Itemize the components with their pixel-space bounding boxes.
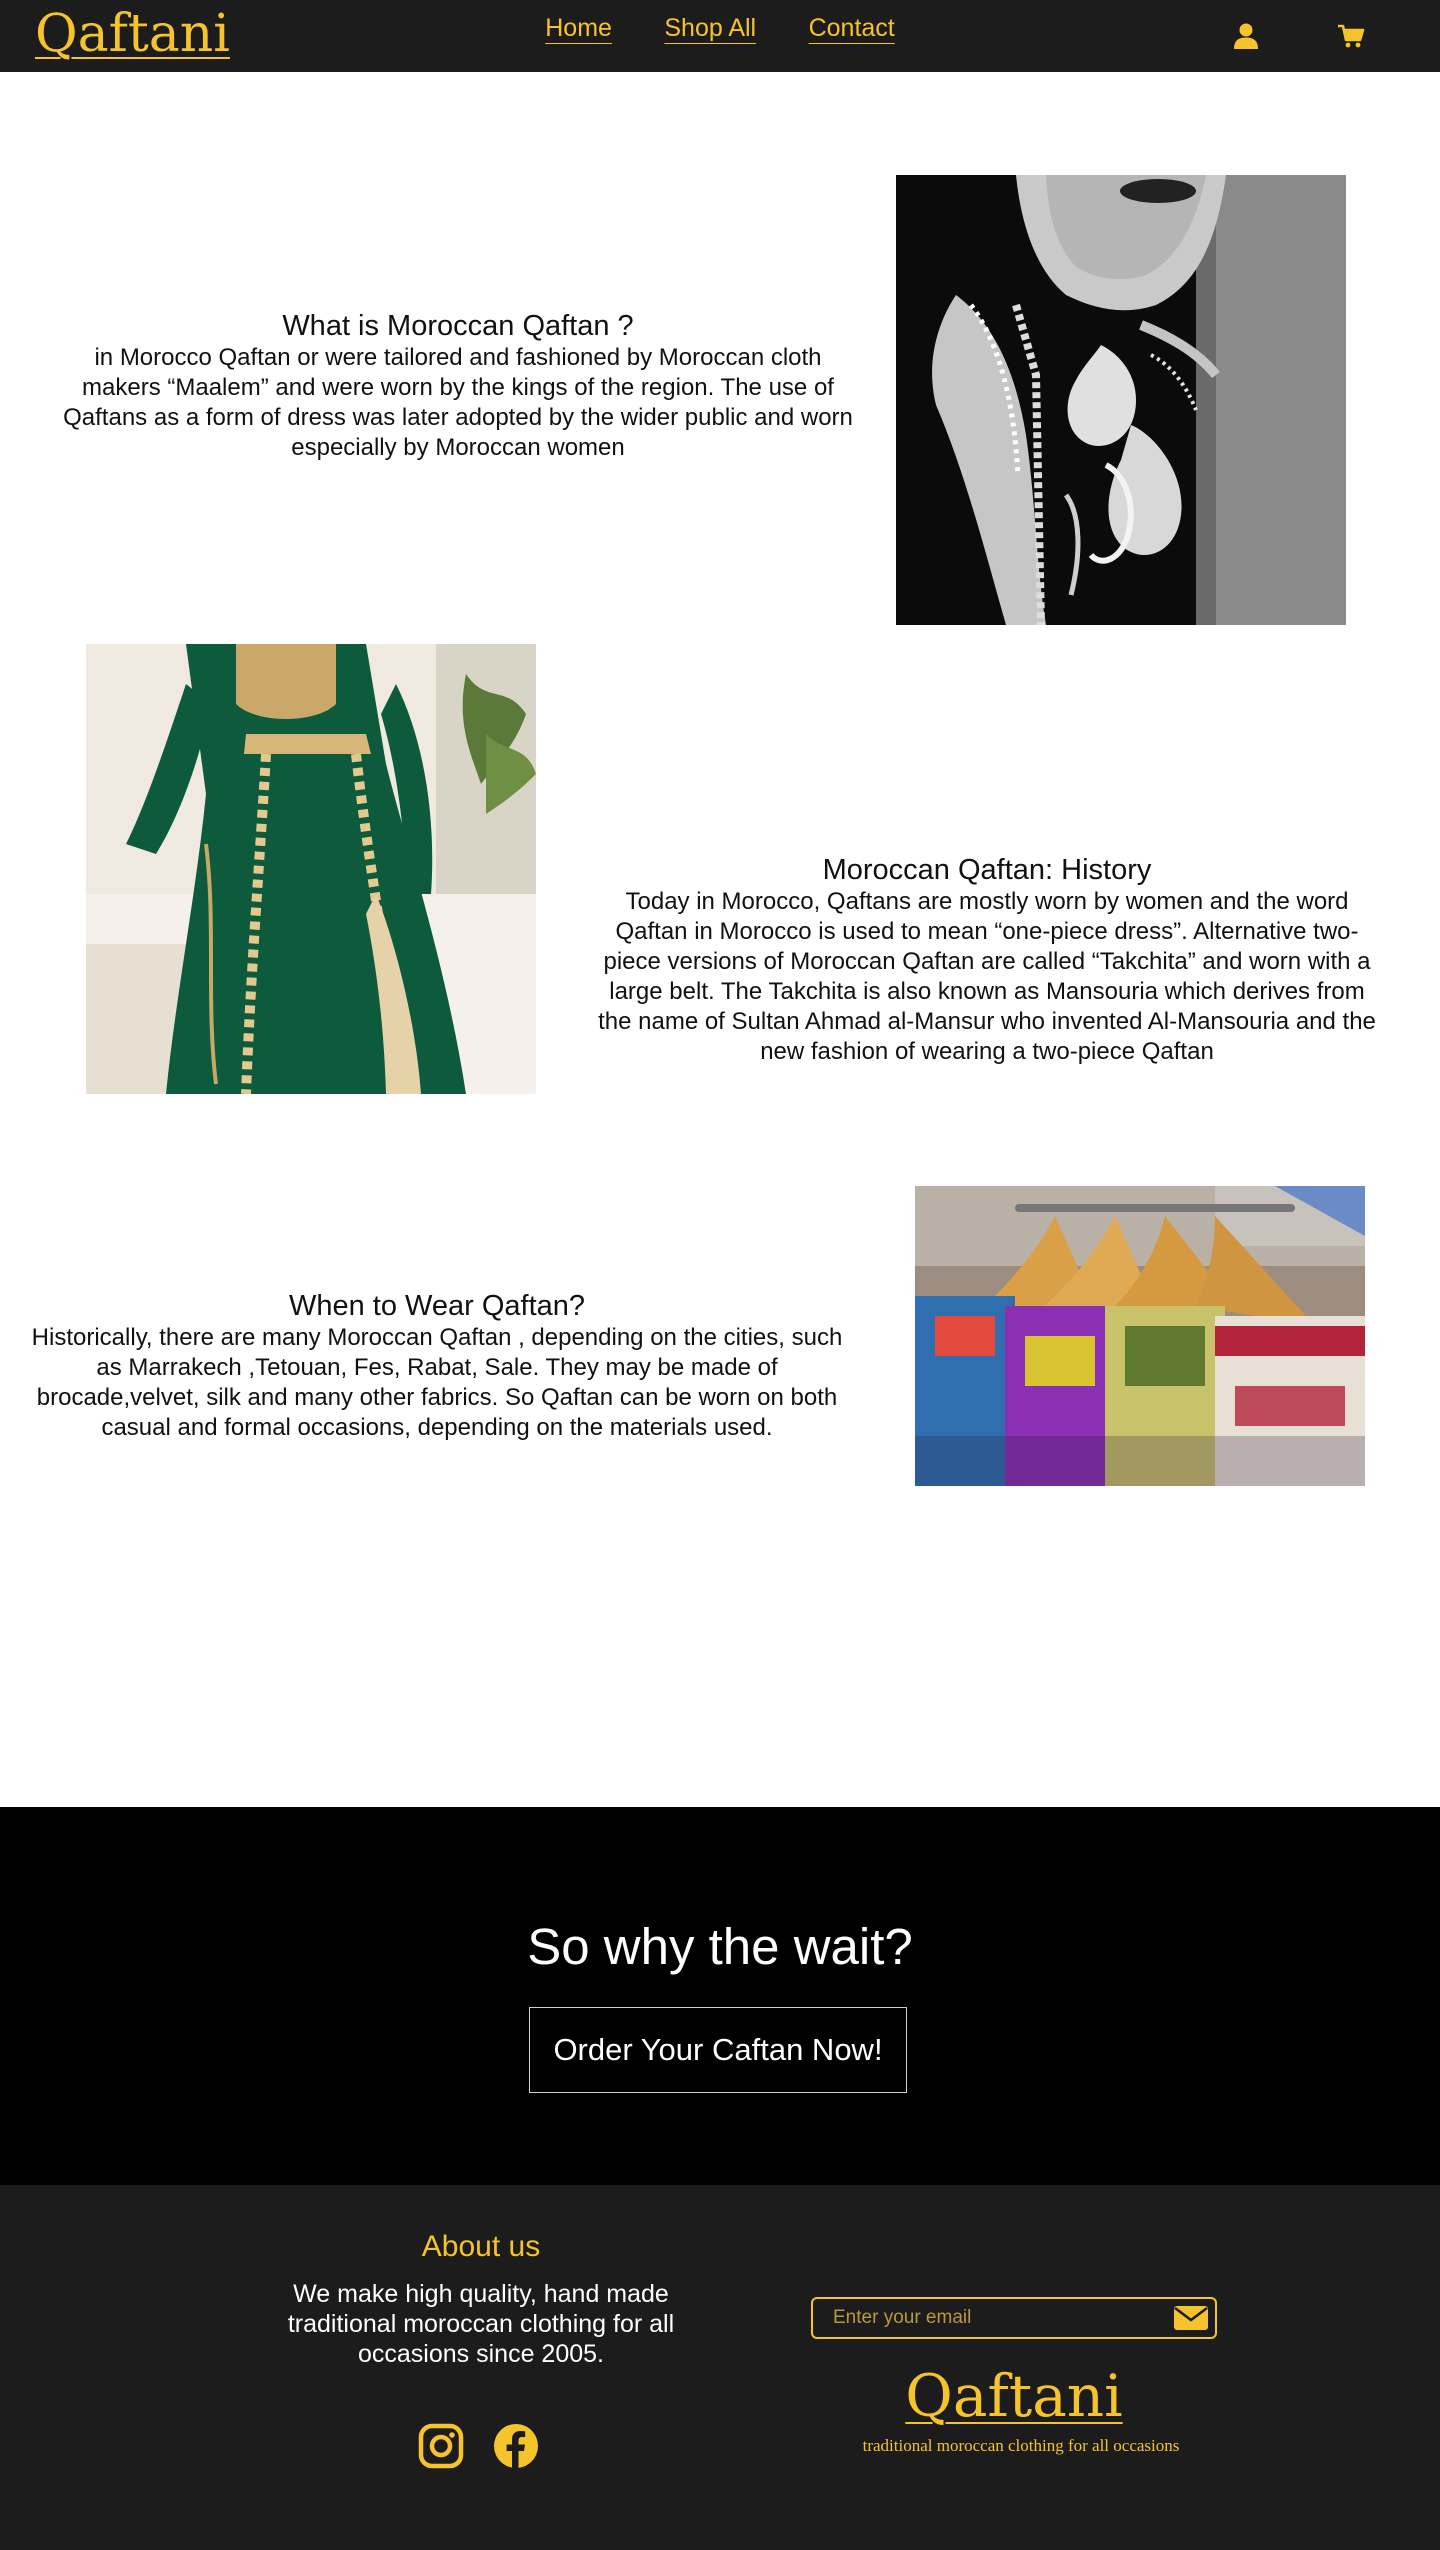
envelope-icon[interactable] [1173,2303,1209,2333]
section-qaftan-history: Moroccan Qaftan: History Today in Morocc… [594,853,1380,1067]
nav-link-contact[interactable]: Contact [809,14,895,43]
section-title: What is Moroccan Qaftan ? [282,310,634,342]
email-input[interactable] [813,2299,1153,2337]
footer-tagline: traditional moroccan clothing for all oc… [862,2436,1180,2455]
section-when-to-wear: When to Wear Qaftan? Historically, there… [28,1289,846,1443]
section-text: in Morocco Qaftan or were tailored and f… [63,344,853,461]
cta-title: So why the wait? [527,1918,913,1975]
nav-links: Home Shop All Contact [0,14,1440,43]
main-content: What is Moroccan Qaftan ? in Morocco Qaf… [0,72,1440,1807]
instagram-icon[interactable] [418,2423,464,2469]
green-caftan-photo [86,644,536,1094]
about-us-title: About us [421,2230,541,2263]
top-navbar: Qaftani Home Shop All Contact [0,0,1440,72]
cta-section: So why the wait? Order Your Caftan Now! [0,1807,1440,2185]
footer-brand-logo[interactable]: Qaftani [811,2361,1217,2431]
hangers-photo [915,1186,1365,1486]
cart-icon[interactable] [1335,20,1367,52]
about-us-text: We make high quality, hand made traditio… [287,2280,675,2368]
order-now-button[interactable]: Order Your Caftan Now! [529,2007,907,2093]
newsletter-form [811,2297,1217,2339]
footer: About us We make high quality, hand made… [0,2185,1440,2550]
section-what-is-qaftan: What is Moroccan Qaftan ? in Morocco Qaf… [58,309,858,463]
user-icon[interactable] [1230,20,1262,52]
nav-link-home[interactable]: Home [545,14,612,43]
nav-link-shop-all[interactable]: Shop All [664,14,756,43]
facebook-icon[interactable] [493,2423,539,2469]
section-text: Today in Morocco, Qaftans are mostly wor… [598,888,1376,1065]
black-caftan-photo [896,175,1346,625]
section-text: Historically, there are many Moroccan Qa… [31,1324,843,1441]
section-title: Moroccan Qaftan: History [822,854,1152,886]
section-title: When to Wear Qaftan? [288,1290,586,1322]
